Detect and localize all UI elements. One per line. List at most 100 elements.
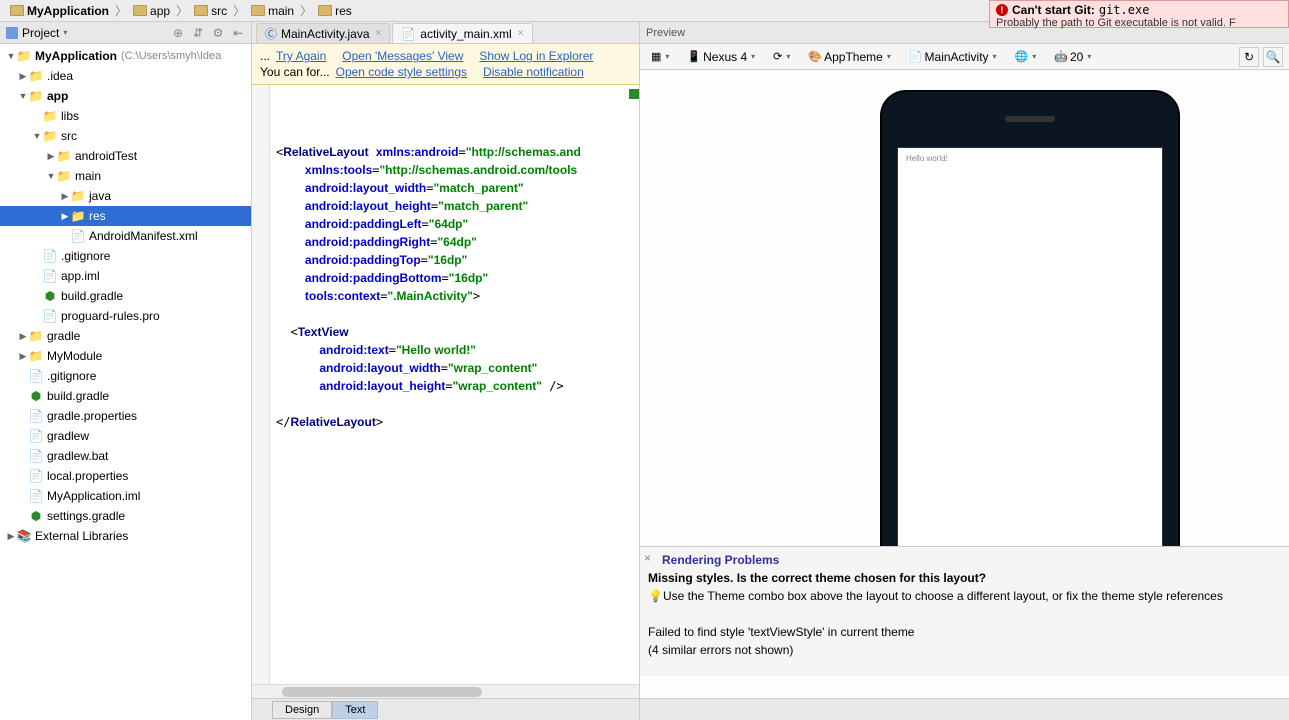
breadcrumb-item[interactable]: app	[129, 4, 174, 18]
tree-arrow-icon[interactable]: ▶	[18, 71, 28, 82]
tree-row[interactable]: ▶📁androidTest	[0, 146, 251, 166]
tree-row[interactable]: ▶📚External Libraries	[0, 526, 251, 546]
tree-arrow-icon[interactable]: ▶	[60, 211, 70, 222]
tree-row[interactable]: ▶📁gradle	[0, 326, 251, 346]
tree-row[interactable]: ▼📁src	[0, 126, 251, 146]
show-log-link[interactable]: Show Log in Explorer	[479, 49, 593, 63]
open-style-link[interactable]: Open code style settings	[336, 65, 467, 79]
folder-icon: 📁	[28, 68, 44, 84]
folder-icon	[251, 5, 265, 16]
folder-icon	[194, 5, 208, 16]
tree-label: MyApplication	[35, 49, 117, 63]
try-again-link[interactable]: Try Again	[276, 49, 326, 63]
breadcrumb-separator: 〉	[300, 2, 312, 19]
tab-label: MainActivity.java	[281, 27, 369, 41]
gradle-icon: ⬢	[28, 508, 44, 524]
tree-arrow-icon[interactable]: ▶	[46, 151, 56, 162]
orientation-dropdown[interactable]: ⟳	[768, 47, 795, 66]
close-icon[interactable]: ×	[644, 549, 651, 567]
gradle-icon: ⬢	[42, 288, 58, 304]
scrollbar-thumb[interactable]	[282, 687, 482, 697]
tree-arrow-icon[interactable]: ▼	[18, 91, 28, 101]
phone-speaker	[1005, 116, 1055, 122]
tree-row[interactable]: 📄gradle.properties	[0, 406, 251, 426]
breadcrumb-label: MyApplication	[27, 4, 109, 18]
tree-row[interactable]: ▼📁main	[0, 166, 251, 186]
gear-icon[interactable]: ⚙	[211, 26, 225, 40]
tree-row[interactable]: 📄.gitignore	[0, 366, 251, 386]
close-icon[interactable]: ×	[376, 28, 382, 39]
project-icon: 📁	[16, 48, 32, 64]
refresh-icon[interactable]: ↻	[1239, 47, 1259, 67]
target-icon[interactable]: ⊕	[171, 26, 185, 40]
tree-row[interactable]: ▶📁.idea	[0, 66, 251, 86]
editor-tab[interactable]: ⒸMainActivity.java×	[256, 23, 390, 43]
gradle-icon: ⬢	[28, 388, 44, 404]
tree-row[interactable]: ▶📁java	[0, 186, 251, 206]
breadcrumb-item[interactable]: res	[314, 4, 356, 18]
disable-link[interactable]: Disable notification	[483, 65, 584, 79]
text-tab[interactable]: Text	[332, 701, 378, 719]
tree-row[interactable]: ⬢settings.gradle	[0, 506, 251, 526]
project-icon	[6, 27, 18, 39]
tree-row[interactable]: 📄AndroidManifest.xml	[0, 226, 251, 246]
close-icon[interactable]: ×	[518, 28, 524, 39]
folder-icon: 📁	[56, 168, 72, 184]
config-dropdown[interactable]: ▦	[646, 47, 674, 66]
folder-icon: 📁	[28, 328, 44, 344]
editor-tab[interactable]: 📄activity_main.xml×	[392, 23, 532, 43]
theme-dropdown[interactable]: 🎨 AppTheme	[803, 47, 895, 67]
tree-label: MyApplication.iml	[47, 489, 140, 503]
tree-row[interactable]: 📄gradlew.bat	[0, 446, 251, 466]
tree-row[interactable]: ▶📁MyModule	[0, 346, 251, 366]
preview-toolbar: ▦ 📱 Nexus 4 ⟳ 🎨 AppTheme 📄 MainActivity …	[640, 44, 1289, 70]
code-editor[interactable]: <RelativeLayout xmlns:android="http://sc…	[252, 85, 639, 684]
tree-arrow-icon[interactable]: ▶	[60, 191, 70, 202]
tree-row[interactable]: 📁libs	[0, 106, 251, 126]
editor-hscroll[interactable]	[252, 684, 639, 698]
tree-row[interactable]: ⬢build.gradle	[0, 286, 251, 306]
tree-label: libs	[61, 109, 79, 123]
breadcrumb-item[interactable]: src	[190, 4, 231, 18]
tree-row[interactable]: 📄gradlew	[0, 426, 251, 446]
layout-editor-tabs: Design Text	[252, 698, 639, 720]
tree-row[interactable]: ▶📁res	[0, 206, 251, 226]
breadcrumb-item[interactable]: MyApplication	[6, 4, 113, 18]
tree-row[interactable]: 📄local.properties	[0, 466, 251, 486]
tree-row[interactable]: ▼📁app	[0, 86, 251, 106]
hide-icon[interactable]: ⇤	[231, 26, 245, 40]
tree-arrow-icon[interactable]: ▼	[46, 171, 56, 181]
tree-row[interactable]: ⬢build.gradle	[0, 386, 251, 406]
module-icon: 📁	[28, 348, 44, 364]
device-dropdown[interactable]: 📱 Nexus 4	[682, 47, 760, 67]
tree-arrow-icon[interactable]: ▶	[18, 351, 28, 362]
tree-arrow-icon[interactable]: ▶	[18, 331, 28, 342]
locale-dropdown[interactable]: 🌐	[1010, 47, 1042, 66]
tree-label: gradle.properties	[47, 409, 137, 423]
folder-icon	[133, 5, 147, 16]
tree-row[interactable]: 📄proguard-rules.pro	[0, 306, 251, 326]
tree-row[interactable]: ▼📁MyApplication (C:\Users\smyh\Idea	[0, 46, 251, 66]
tree-path-hint: (C:\Users\smyh\Idea	[121, 50, 221, 62]
api-dropdown[interactable]: 🤖 20	[1049, 47, 1096, 67]
activity-dropdown[interactable]: 📄 MainActivity	[904, 47, 1002, 67]
open-messages-link[interactable]: Open 'Messages' View	[342, 49, 463, 63]
render-line3: Failed to find style 'textViewStyle' in …	[648, 625, 914, 639]
tree-arrow-icon[interactable]: ▼	[6, 51, 16, 61]
breadcrumb-separator: 〉	[115, 2, 127, 19]
tree-arrow-icon[interactable]: ▼	[32, 131, 42, 141]
editor-tabs: ⒸMainActivity.java×📄activity_main.xml×	[252, 22, 639, 44]
collapse-icon[interactable]: ⇵	[191, 26, 205, 40]
tab-label: activity_main.xml	[420, 27, 511, 41]
zoom-icon[interactable]: 🔍	[1263, 47, 1283, 67]
tree-row[interactable]: 📄.gitignore	[0, 246, 251, 266]
folder-icon: 📁	[56, 148, 72, 164]
tree-row[interactable]: 📄app.iml	[0, 266, 251, 286]
dropdown-icon[interactable]: ▾	[63, 28, 67, 37]
tree-arrow-icon[interactable]: ▶	[6, 531, 16, 542]
design-tab[interactable]: Design	[272, 701, 332, 719]
breadcrumb-item[interactable]: main	[247, 4, 298, 18]
tree-row[interactable]: 📄MyApplication.iml	[0, 486, 251, 506]
git-error-banner: ! Can't start Git: git.exe Probably the …	[989, 0, 1289, 28]
res-folder-icon: 📁	[70, 208, 86, 224]
